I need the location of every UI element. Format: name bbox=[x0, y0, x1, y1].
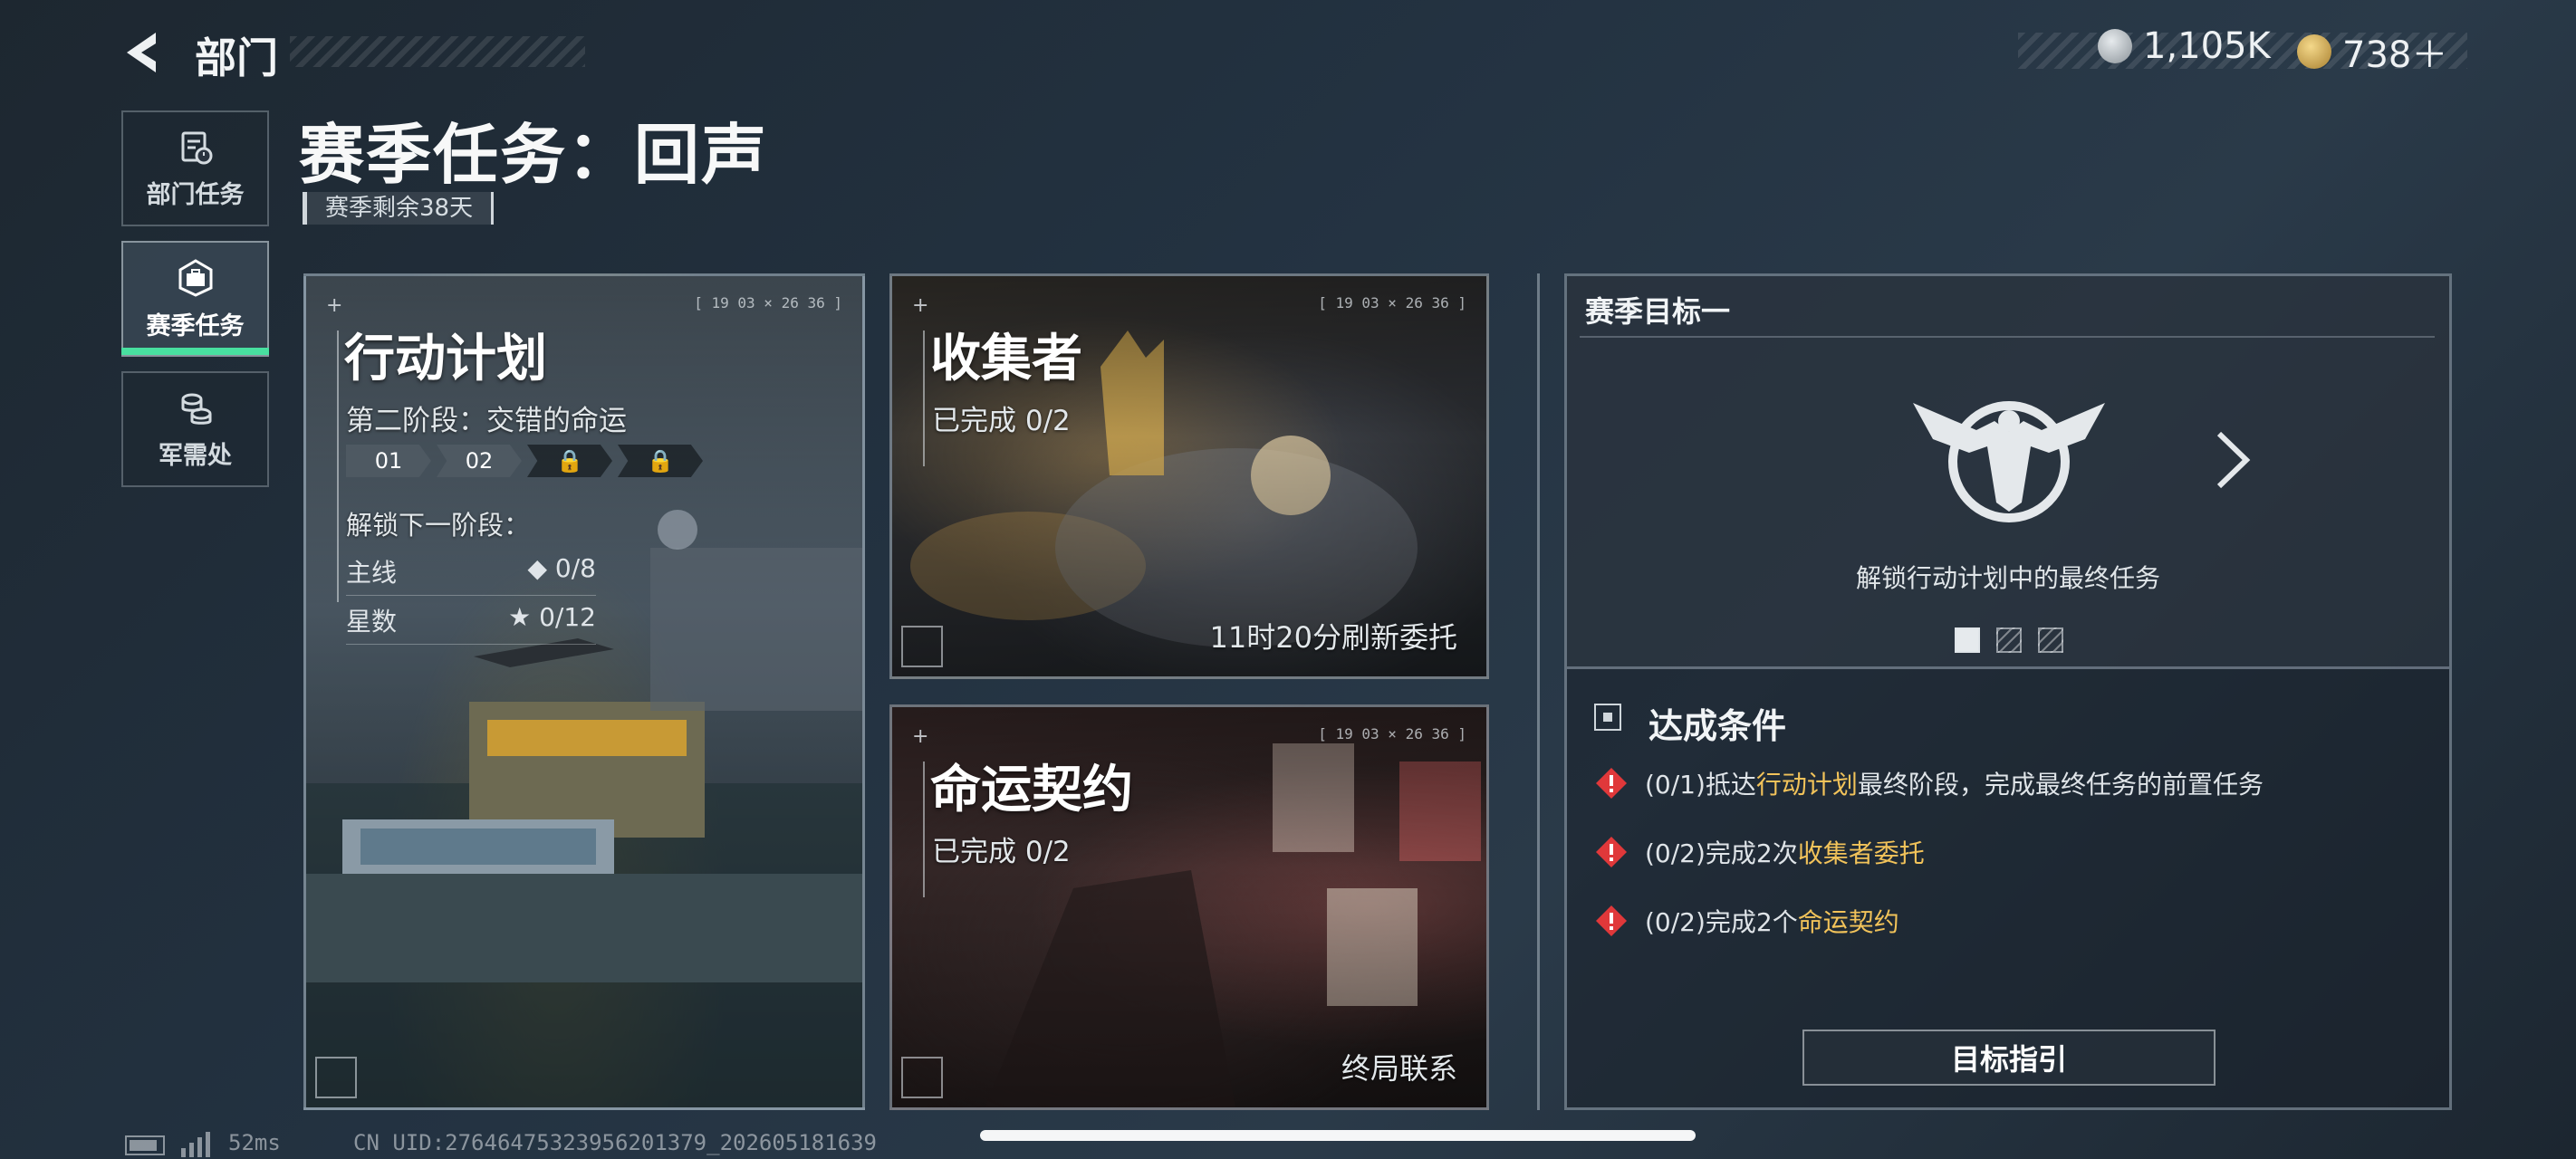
coordinate-decoration: [ 19 03 × 26 36 ] bbox=[694, 294, 842, 311]
operation-plan-card[interactable]: + [ 19 03 × 26 36 ] 行动计划 第二阶段：交错的命运 01 0… bbox=[303, 273, 865, 1110]
crosshair-icon: + bbox=[912, 725, 929, 748]
sidebar-item-department-tasks[interactable]: 部门任务 bbox=[121, 110, 269, 226]
active-tab-indicator bbox=[121, 348, 269, 355]
frame-line bbox=[923, 761, 925, 897]
warning-icon bbox=[1596, 905, 1627, 936]
uid-readout: CN UID:2764647532395620137​9_20260518163… bbox=[353, 1130, 877, 1155]
page-dot-active[interactable] bbox=[1955, 627, 1980, 653]
clipboard-clock-icon bbox=[181, 131, 212, 164]
frame-line bbox=[337, 330, 339, 602]
briefcase-icon bbox=[178, 258, 212, 297]
row-value: ★ 0/12 bbox=[508, 602, 596, 632]
sidebar-item-season-tasks[interactable]: 赛季任务 bbox=[121, 241, 269, 357]
crosshair-icon: + bbox=[912, 294, 929, 317]
expand-corner-icon bbox=[901, 1057, 943, 1098]
silver-amount: 1,105K bbox=[2143, 25, 2271, 67]
row-value: ◆ 0/8 bbox=[527, 553, 597, 583]
page-dot-locked[interactable] bbox=[1996, 627, 2022, 653]
row-label: 星数 bbox=[346, 607, 398, 637]
sidebar-item-label: 赛季任务 bbox=[146, 311, 245, 340]
battery-icon bbox=[125, 1135, 165, 1155]
goal-heading: 赛季目标一 bbox=[1585, 294, 1731, 329]
stage-locked-lock-icon: 🔒 bbox=[618, 445, 703, 477]
ping-readout: 52ms bbox=[228, 1130, 281, 1155]
warning-icon bbox=[1596, 837, 1627, 867]
gold-currency[interactable]: 738＋ bbox=[2297, 25, 2447, 78]
sidebar-item-label: 军需处 bbox=[159, 441, 232, 470]
mainline-progress-row: 主线 ◆ 0/8 bbox=[346, 553, 596, 596]
coin-stack-icon bbox=[181, 393, 211, 425]
silver-coin-icon bbox=[2098, 29, 2132, 63]
divider bbox=[1580, 336, 2435, 338]
stage-progress: 01 02 🔒 🔒 bbox=[346, 445, 703, 477]
season-remaining-badge: 赛季剩余38天 bbox=[303, 192, 495, 225]
back-arrow-icon[interactable] bbox=[120, 27, 170, 78]
refresh-timer: 11时20分刷新委托 bbox=[1209, 620, 1457, 655]
endgame-contact: 终局联系 bbox=[1341, 1051, 1457, 1086]
card-progress: 已完成 0/2 bbox=[932, 405, 1071, 437]
condition-text: (0/1)抵达行动计划最终阶段，完成最终任务的前置任务 bbox=[1645, 770, 2264, 800]
coordinate-decoration: [ 19 03 × 26 36 ] bbox=[1318, 725, 1466, 742]
condition-item: (0/1)抵达行动计划最终阶段，完成最终任务的前置任务 bbox=[1594, 765, 2264, 801]
gold-amount: 738＋ bbox=[2342, 34, 2448, 76]
condition-item: (0/2)完成2次收集者委托 bbox=[1594, 834, 1925, 870]
gold-triangle-coin-icon bbox=[2297, 34, 2331, 69]
frame-line bbox=[923, 330, 925, 466]
stage-name: 第二阶段：交错的命运 bbox=[346, 405, 627, 437]
page-dot-locked[interactable] bbox=[2038, 627, 2063, 653]
card-title: 行动计划 bbox=[344, 330, 547, 388]
stars-progress-row: 星数 ★ 0/12 bbox=[346, 602, 596, 645]
conditions-square-icon bbox=[1594, 704, 1621, 731]
row-label: 主线 bbox=[346, 558, 398, 588]
card-title: 命运契约 bbox=[930, 761, 1133, 819]
next-goal-chevron-icon[interactable] bbox=[2210, 428, 2255, 492]
home-indicator[interactable] bbox=[980, 1130, 1696, 1141]
season-goal-panel: 赛季目标一 解锁行动计划中的最终任务 达成条件 (0/1)抵达行动计划最终阶段，… bbox=[1564, 273, 2452, 1110]
card-title: 收集者 bbox=[930, 330, 1082, 388]
conditions-title: 达成条件 bbox=[1648, 706, 1787, 746]
expand-corner-icon bbox=[901, 626, 943, 667]
goal-summary: 赛季目标一 解锁行动计划中的最终任务 bbox=[1567, 276, 2449, 669]
goal-description: 解锁行动计划中的最终任务 bbox=[1855, 563, 2160, 593]
stage-02: 02 bbox=[437, 445, 522, 477]
card-progress: 已完成 0/2 bbox=[932, 836, 1071, 868]
expand-corner-icon bbox=[315, 1057, 357, 1098]
panel-divider bbox=[1537, 273, 1540, 1110]
signal-strength-icon bbox=[181, 1132, 210, 1157]
sidebar-item-label: 部门任务 bbox=[146, 180, 245, 209]
eagle-emblem-icon bbox=[1913, 401, 2105, 522]
fate-contract-card[interactable]: + [ 19 03 × 26 36 ] 命运契约 已完成 0/2 终局联系 bbox=[889, 704, 1489, 1110]
goal-pagination bbox=[1955, 627, 2063, 653]
warning-icon bbox=[1596, 768, 1627, 799]
collector-card[interactable]: + [ 19 03 × 26 36 ] 收集者 已完成 0/2 11时20分刷新… bbox=[889, 273, 1489, 679]
crosshair-icon: + bbox=[326, 294, 343, 317]
page-title: 赛季任务：回声 bbox=[299, 117, 769, 193]
title-stripe-decoration bbox=[290, 36, 585, 67]
stage-locked-lock-icon: 🔒 bbox=[527, 445, 612, 477]
unlock-next-label: 解锁下一阶段： bbox=[346, 510, 531, 541]
department-title[interactable]: 部门 bbox=[195, 25, 278, 85]
stage-01: 01 bbox=[346, 445, 431, 477]
condition-text: (0/2)完成2次收集者委托 bbox=[1645, 838, 1925, 868]
sidebar-item-quartermaster[interactable]: 军需处 bbox=[121, 371, 269, 487]
silver-currency[interactable]: 1,105K bbox=[2098, 25, 2271, 67]
coordinate-decoration: [ 19 03 × 26 36 ] bbox=[1318, 294, 1466, 311]
condition-item: (0/2)完成2个命运契约 bbox=[1594, 903, 1899, 939]
goal-guide-button[interactable]: 目标指引 bbox=[1802, 1030, 2216, 1086]
condition-text: (0/2)完成2个命运契约 bbox=[1645, 907, 1899, 937]
